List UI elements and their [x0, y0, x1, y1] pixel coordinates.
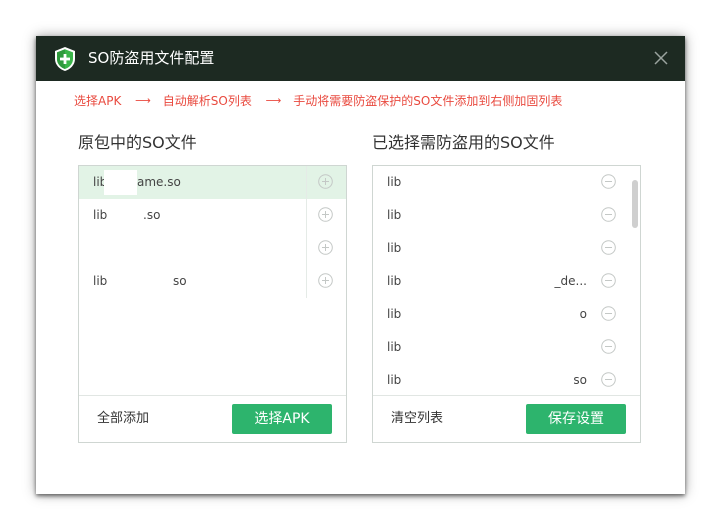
title-bar: SO防盗用文件配置 [36, 36, 685, 81]
minus-circle-icon[interactable] [601, 240, 616, 255]
save-settings-button[interactable]: 保存设置 [526, 404, 626, 434]
minus-circle-icon[interactable] [601, 372, 616, 387]
minus-circle-icon[interactable] [601, 174, 616, 189]
left-panel-footer: 全部添加 选择APK [79, 395, 346, 442]
plus-circle-icon[interactable] [318, 240, 333, 255]
list-scrollbar[interactable] [632, 168, 638, 394]
so-file-name-prefix: lib [387, 175, 402, 189]
arrow-right-icon: ⟶ [265, 94, 282, 107]
right-panel-footer: 清空列表 保存设置 [373, 395, 640, 442]
so-file-name-suffix: so [173, 274, 187, 288]
clear-list-button[interactable]: 清空列表 [391, 396, 443, 442]
plus-circle-icon[interactable] [318, 207, 333, 222]
step-1-label: 选择APK [74, 94, 122, 108]
selected-so-panel: lib lib lib lib _de... lib o lib lib so … [372, 165, 641, 443]
step-2-label: 自动解析SO列表 [162, 94, 252, 108]
close-icon[interactable] [651, 48, 671, 68]
plus-circle-icon[interactable] [318, 174, 333, 189]
left-panel-title: 原包中的SO文件 [78, 133, 197, 152]
so-file-name-prefix: lib [387, 340, 402, 354]
minus-circle-icon[interactable] [601, 306, 616, 321]
minus-circle-icon[interactable] [601, 273, 616, 288]
scrollbar-thumb[interactable] [632, 180, 638, 228]
source-so-list: lib ame.so lib .so lib so [79, 166, 346, 396]
plus-circle-icon[interactable] [318, 273, 333, 288]
so-file-name-suffix: ame.so [137, 175, 181, 189]
so-file-name-suffix: _de... [554, 274, 587, 288]
minus-circle-icon[interactable] [601, 207, 616, 222]
redaction-mask [104, 170, 137, 195]
list-item[interactable]: lib ame.so [79, 166, 346, 199]
so-config-dialog: SO防盗用文件配置 选择APK ⟶ 自动解析SO列表 ⟶ 手动将需要防盗保护的S… [36, 36, 685, 494]
list-item[interactable]: lib so [373, 364, 640, 396]
list-item[interactable]: lib _de... [373, 265, 640, 298]
select-apk-button[interactable]: 选择APK [232, 404, 332, 434]
shield-plus-icon [55, 47, 75, 71]
so-file-name-prefix: lib [387, 241, 402, 255]
list-item[interactable]: lib o [373, 298, 640, 331]
list-item[interactable] [79, 232, 346, 265]
step-guide: 选择APK ⟶ 自动解析SO列表 ⟶ 手动将需要防盗保护的SO文件添加到右侧加固… [74, 93, 562, 109]
so-file-name-suffix: o [579, 307, 587, 321]
list-item[interactable]: lib [373, 166, 640, 199]
list-item[interactable]: lib [373, 331, 640, 364]
add-all-button[interactable]: 全部添加 [97, 396, 149, 442]
right-panel-title: 已选择需防盗用的SO文件 [372, 133, 555, 152]
minus-circle-icon[interactable] [601, 339, 616, 354]
list-item[interactable]: lib [373, 232, 640, 265]
list-item[interactable]: lib .so [79, 199, 346, 232]
source-so-panel: lib ame.so lib .so lib so 全部添加 选择APK [78, 165, 347, 443]
arrow-right-icon: ⟶ [135, 94, 151, 107]
so-file-name-suffix: .so [143, 208, 161, 222]
list-item[interactable]: lib [373, 199, 640, 232]
so-file-name-prefix: lib [387, 208, 402, 222]
selected-so-list: lib lib lib lib _de... lib o lib lib so [373, 166, 640, 396]
step-3-label: 手动将需要防盗保护的SO文件添加到右侧加固列表 [293, 94, 563, 108]
window-title: SO防盗用文件配置 [88, 49, 215, 67]
so-file-name-suffix: so [573, 373, 587, 387]
list-item[interactable]: lib so [79, 265, 346, 298]
